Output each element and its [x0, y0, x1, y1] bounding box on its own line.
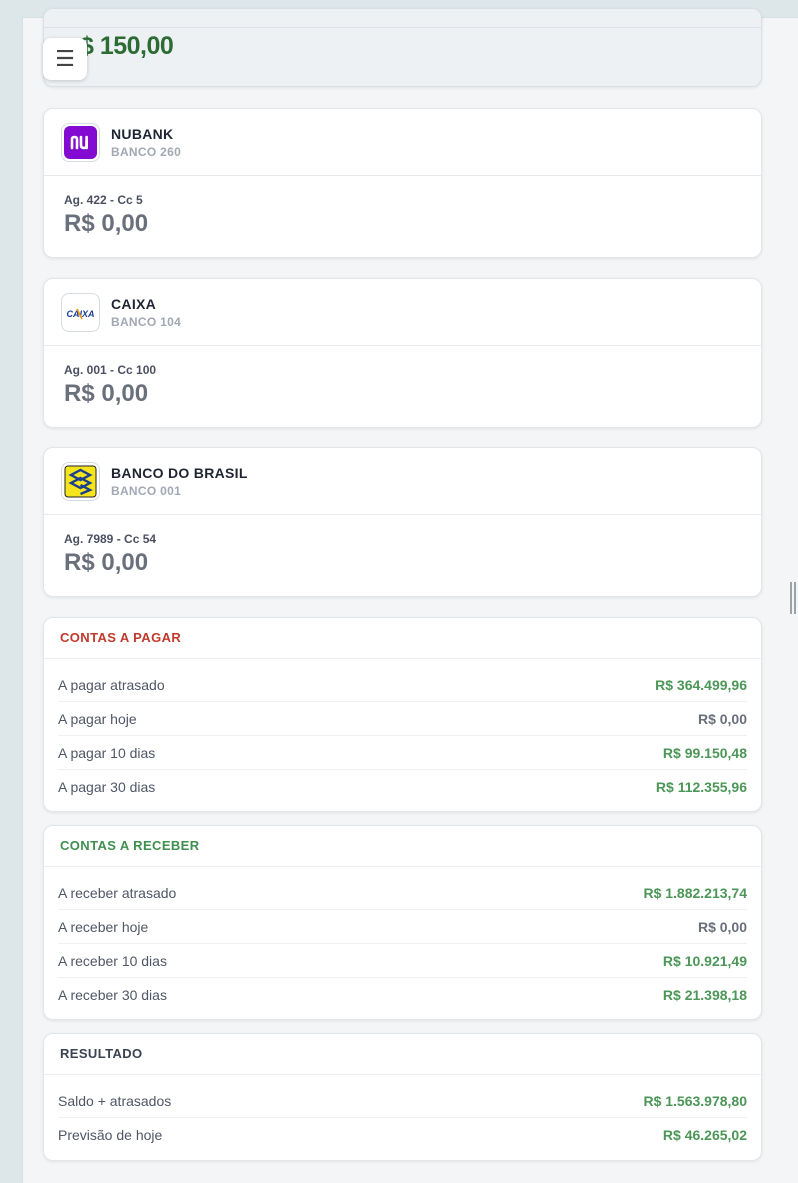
section-title: RESULTADO — [44, 1034, 761, 1075]
hamburger-icon: ☰ — [55, 46, 75, 71]
bank-name: BANCO DO BRASIL — [111, 465, 248, 481]
bank-code: BANCO 260 — [111, 145, 182, 159]
nubank-logo-icon — [61, 123, 100, 162]
table-row: A receber atrasado R$ 1.882.213,74 — [58, 876, 747, 910]
table-row: A receber 10 dias R$ 10.921,49 — [58, 944, 747, 978]
bank-agency: Ag. 7989 - Cc 54 — [64, 532, 157, 546]
contas-a-receber-panel: CONTAS A RECEBER A receber atrasado R$ 1… — [43, 825, 762, 1020]
table-row: A receber hoje R$ 0,00 — [58, 910, 747, 944]
row-label: A pagar hoje — [58, 710, 137, 727]
table-row: A pagar 10 dias R$ 99.150,48 — [58, 736, 747, 770]
section-title: CONTAS A PAGAR — [44, 618, 761, 659]
dashboard-page: $ 150,00 ☰ NUBANK BANCO 260 Ag. 422 - Cc… — [22, 8, 798, 1183]
row-label: A receber hoje — [58, 918, 149, 935]
bank-balance: R$ 0,00 — [64, 380, 149, 407]
table-row: A pagar hoje R$ 0,00 — [58, 702, 747, 736]
table-row: A pagar atrasado R$ 364.499,96 — [58, 668, 747, 702]
bank-balance: R$ 0,00 — [64, 210, 149, 237]
row-value: R$ 364.499,96 — [655, 676, 747, 693]
row-value: R$ 1.882.213,74 — [643, 884, 747, 901]
contas-a-pagar-panel: CONTAS A PAGAR A pagar atrasado R$ 364.4… — [43, 617, 762, 812]
bank-name: CAIXA — [111, 296, 157, 312]
bank-balance: R$ 0,00 — [64, 549, 149, 576]
banco-do-brasil-logo-icon — [61, 462, 100, 501]
row-label: A pagar 10 dias — [58, 744, 156, 761]
row-value: R$ 99.150,48 — [662, 744, 747, 761]
resultado-panel: RESULTADO Saldo + atrasados R$ 1.563.978… — [43, 1033, 762, 1161]
row-label: A receber 10 dias — [58, 952, 167, 969]
bank-card-banco-do-brasil[interactable]: BANCO DO BRASIL BANCO 001 Ag. 7989 - Cc … — [43, 447, 762, 597]
section-title: CONTAS A RECEBER — [44, 826, 761, 867]
table-row: A receber 30 dias R$ 21.398,18 — [58, 978, 747, 1012]
bank-card-nubank[interactable]: NUBANK BANCO 260 Ag. 422 - Cc 5 R$ 0,00 — [43, 108, 762, 258]
row-label: A receber 30 dias — [58, 987, 167, 1003]
row-label: Previsão de hoje — [58, 1127, 163, 1143]
row-label: A receber atrasado — [58, 884, 177, 901]
bank-name: NUBANK — [111, 126, 174, 142]
bank-agency: Ag. 422 - Cc 5 — [64, 193, 143, 207]
row-value: R$ 1.563.978,80 — [643, 1092, 747, 1109]
total-balance-card: $ 150,00 — [43, 8, 762, 87]
row-value: R$ 46.265,02 — [662, 1127, 747, 1143]
table-row: Saldo + atrasados R$ 1.563.978,80 — [58, 1084, 747, 1118]
caixa-logo-icon: CAIXA — [61, 293, 100, 332]
row-value: R$ 10.921,49 — [662, 952, 747, 969]
row-label: A pagar atrasado — [58, 676, 165, 693]
row-label: A pagar 30 dias — [58, 779, 156, 795]
resize-handle[interactable] — [790, 582, 796, 614]
menu-button[interactable]: ☰ — [43, 38, 87, 80]
table-row: Previsão de hoje R$ 46.265,02 — [58, 1118, 747, 1152]
row-label: Saldo + atrasados — [58, 1092, 172, 1109]
bank-agency: Ag. 001 - Cc 100 — [64, 363, 157, 377]
table-row: A pagar 30 dias R$ 112.355,96 — [58, 770, 747, 804]
total-balance-amount: $ 150,00 — [80, 32, 174, 60]
row-value: R$ 112.355,96 — [655, 779, 747, 795]
row-value: R$ 0,00 — [697, 918, 747, 935]
row-value: R$ 21.398,18 — [662, 987, 747, 1003]
row-value: R$ 0,00 — [697, 710, 747, 727]
bank-card-caixa[interactable]: CAIXA CAIXA BANCO 104 Ag. 001 - Cc 100 R… — [43, 278, 762, 428]
bank-code: BANCO 001 — [111, 484, 182, 498]
bank-code: BANCO 104 — [111, 315, 182, 329]
